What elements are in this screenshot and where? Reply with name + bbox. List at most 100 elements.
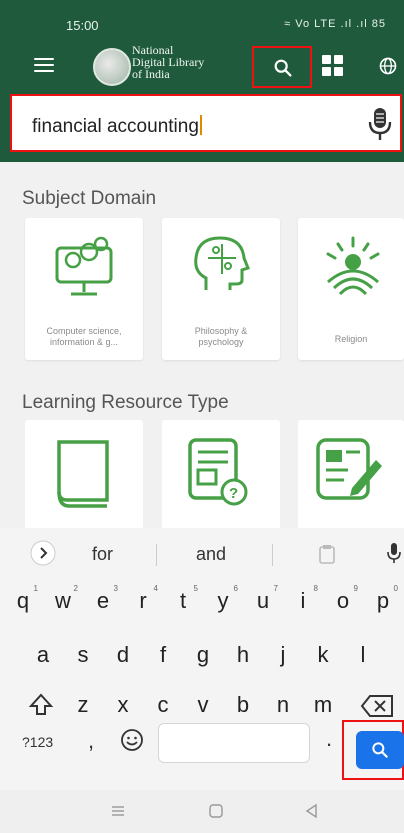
- search-input-value: financial accounting: [32, 116, 199, 137]
- key-e-label: e: [96, 588, 110, 613]
- subject-card-religion[interactable]: Religion: [298, 218, 404, 360]
- suggestion-2[interactable]: and: [196, 544, 226, 565]
- key-t[interactable]: t5: [168, 584, 198, 614]
- key-i-number: 8: [313, 584, 318, 593]
- backspace-icon[interactable]: [360, 694, 394, 718]
- expand-suggestions-icon[interactable]: [30, 540, 56, 566]
- suggestion-divider: [156, 544, 157, 566]
- app-header: 15:00 ≈ Vo LTE .ıl .ıl 85 National Digit…: [0, 0, 404, 92]
- key-u-label: u: [256, 588, 270, 613]
- back-icon[interactable]: [304, 803, 318, 819]
- head-puzzle-icon: [194, 236, 250, 290]
- key-p-number: 0: [393, 584, 398, 593]
- key-u[interactable]: u7: [248, 584, 278, 614]
- search-input[interactable]: financial accounting: [32, 115, 202, 138]
- key-q-number: 1: [33, 584, 38, 593]
- logo-line-3: of India: [132, 67, 170, 81]
- card-label-line-2: psychology: [198, 337, 244, 347]
- emoji-icon[interactable]: [120, 728, 144, 752]
- suggestion-1[interactable]: for: [92, 544, 113, 565]
- key-i[interactable]: i8: [288, 584, 318, 614]
- key-o-label: o: [336, 588, 350, 613]
- card-label: Philosophy & psychology: [162, 326, 280, 348]
- key-f[interactable]: f: [148, 642, 178, 668]
- key-w[interactable]: w2: [48, 584, 78, 614]
- subject-card-philosophy[interactable]: Philosophy & psychology: [162, 218, 280, 360]
- search-icon: [274, 59, 292, 77]
- key-d[interactable]: d: [108, 642, 138, 668]
- key-j[interactable]: j: [268, 642, 298, 668]
- key-y-label: y: [217, 588, 229, 613]
- sun-rays-icon: [326, 236, 380, 296]
- key-s[interactable]: s: [68, 642, 98, 668]
- card-label-line-1: Philosophy &: [194, 326, 248, 336]
- clipboard-icon[interactable]: [318, 544, 336, 564]
- resource-card-book[interactable]: [25, 420, 143, 540]
- period-key[interactable]: .: [326, 726, 332, 752]
- navigation-bar: [0, 790, 404, 833]
- shift-key-icon[interactable]: [28, 692, 54, 718]
- search-field[interactable]: financial accounting: [10, 94, 402, 152]
- key-r-number: 4: [153, 584, 158, 593]
- key-c[interactable]: c: [148, 692, 178, 718]
- key-t-label: t: [179, 588, 187, 613]
- globe-icon[interactable]: [378, 56, 398, 76]
- key-k[interactable]: k: [308, 642, 338, 668]
- key-p-label: p: [376, 588, 390, 613]
- home-icon[interactable]: [208, 803, 224, 819]
- key-r[interactable]: r4: [128, 584, 158, 614]
- key-x[interactable]: x: [108, 692, 138, 718]
- resource-card-document-question[interactable]: ?: [162, 420, 280, 540]
- suggestion-divider: [272, 544, 273, 566]
- text-caret: [199, 115, 202, 135]
- space-bar[interactable]: [158, 723, 310, 763]
- symbols-key[interactable]: ?123: [22, 734, 53, 750]
- document-question-icon: ?: [188, 438, 248, 506]
- key-l[interactable]: l: [348, 642, 378, 668]
- soft-keyboard: for and q1 w2 e3 r4 t5 y6 u7 i8 o9 p0 a …: [0, 528, 404, 833]
- keyboard-microphone-icon[interactable]: [386, 542, 402, 564]
- key-a[interactable]: a: [28, 642, 58, 668]
- subject-domain-heading: Subject Domain: [22, 188, 157, 209]
- key-u-number: 7: [273, 584, 278, 593]
- card-label: Computer science, information & g...: [25, 326, 143, 348]
- menu-icon[interactable]: [34, 58, 54, 72]
- key-o-number: 9: [353, 584, 358, 593]
- key-y[interactable]: y6: [208, 584, 239, 614]
- document-edit-icon: [316, 438, 382, 500]
- computer-network-icon: [55, 236, 113, 296]
- key-q[interactable]: q1: [8, 584, 38, 614]
- key-g[interactable]: g: [188, 642, 218, 668]
- card-label-line-1: Computer science,: [46, 326, 122, 336]
- key-r-label: r: [139, 588, 147, 613]
- key-v[interactable]: v: [188, 692, 218, 718]
- key-h[interactable]: h: [228, 642, 258, 668]
- key-n[interactable]: n: [268, 692, 298, 718]
- book-icon: [57, 440, 109, 508]
- subject-card-computer-science[interactable]: Computer science, information & g...: [25, 218, 143, 360]
- ndli-logo: [93, 48, 131, 86]
- microphone-icon[interactable]: [366, 106, 394, 142]
- card-label-line-2: information & g...: [49, 337, 119, 347]
- key-e[interactable]: e3: [88, 584, 118, 614]
- card-label: Religion: [334, 334, 368, 344]
- key-e-number: 3: [113, 584, 118, 593]
- key-m[interactable]: m: [308, 692, 338, 718]
- search-button[interactable]: [252, 46, 312, 88]
- grid-view-icon[interactable]: [322, 55, 344, 77]
- search-icon: [372, 742, 388, 758]
- key-b[interactable]: b: [228, 692, 258, 718]
- key-i-label: i: [300, 588, 306, 613]
- logo-text: National Digital Library of India: [132, 44, 242, 80]
- key-y-number: 6: [233, 584, 238, 593]
- key-w-label: w: [55, 588, 71, 613]
- key-z[interactable]: z: [68, 692, 98, 718]
- key-q-label: q: [16, 588, 30, 613]
- key-o[interactable]: o9: [328, 584, 358, 614]
- keyboard-search-button[interactable]: [356, 731, 404, 769]
- comma-key[interactable]: ,: [88, 728, 94, 754]
- key-w-number: 2: [73, 584, 78, 593]
- resource-card-document-edit[interactable]: [298, 420, 404, 540]
- recent-apps-icon[interactable]: [110, 805, 126, 817]
- key-p[interactable]: p0: [368, 584, 398, 614]
